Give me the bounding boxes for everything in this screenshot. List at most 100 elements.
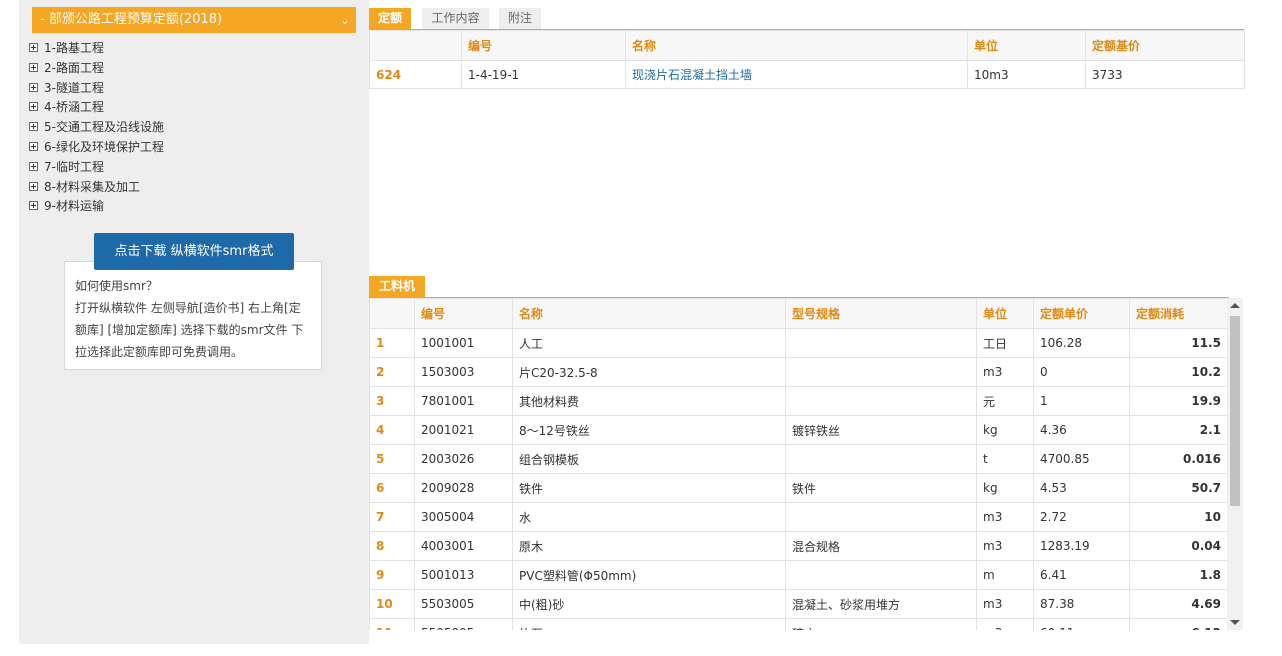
tree-item[interactable]: 2-路面工程 xyxy=(29,59,164,79)
table-row: 7 3005004 水 m3 2.72 10 xyxy=(369,502,1228,532)
materials-table: 编号 名称 型号规格 单位 定额单价 定额消耗 1 1001001 人工 工日 106.… xyxy=(369,298,1228,630)
tree-item-label[interactable]: 4-桥涵工程 xyxy=(44,100,104,114)
expand-plus-icon[interactable] xyxy=(29,62,38,72)
col-header: 定额基价 xyxy=(1085,30,1245,61)
row-qty: 19.9 xyxy=(1129,386,1228,416)
expand-plus-icon[interactable] xyxy=(29,201,38,211)
row-qty: 4.69 xyxy=(1129,589,1228,619)
tree-item[interactable]: 8-材料采集及加工 xyxy=(29,178,164,198)
tree-item-label[interactable]: 6-绿化及环境保护工程 xyxy=(44,140,164,154)
quota-name-link[interactable]: 现浇片石混凝土挡土墙 xyxy=(625,60,968,89)
row-name: PVC塑料管(Φ50mm) xyxy=(512,560,786,590)
row-name: 其他材料费 xyxy=(512,386,786,416)
row-code: 2001021 xyxy=(414,415,513,445)
materials-scroll-area[interactable]: 编号 名称 型号规格 单位 定额单价 定额消耗 1 1001001 人工 工日 106.… xyxy=(369,298,1243,630)
row-code: 3005004 xyxy=(414,502,513,532)
table-header-row: 编号 名称 单位 定额基价 xyxy=(369,30,1245,61)
row-index: 8 xyxy=(369,531,415,561)
expand-plus-icon[interactable] xyxy=(29,161,38,171)
tree-item[interactable]: 9-材料运输 xyxy=(29,197,164,217)
col-header: 定额单价 xyxy=(1033,298,1130,329)
tab-quota[interactable]: 定额 xyxy=(369,8,411,29)
expand-plus-icon[interactable] xyxy=(29,43,38,52)
expand-plus-icon[interactable] xyxy=(29,82,38,92)
row-name: 组合钢模板 xyxy=(512,444,786,474)
row-index: 7 xyxy=(369,502,415,532)
row-qty: 2.1 xyxy=(1129,415,1228,445)
tree-item-label[interactable]: 8-材料采集及加工 xyxy=(44,180,140,194)
row-unit: 10m3 xyxy=(967,60,1086,89)
col-header: 名称 xyxy=(512,298,786,329)
tree-item[interactable]: 4-桥涵工程 xyxy=(29,98,164,118)
table-row: 9 5001013 PVC塑料管(Φ50mm) m 6.41 1.8 xyxy=(369,560,1228,590)
row-index: 5 xyxy=(369,444,415,474)
quota-table: 编号 名称 单位 定额基价 624 1-4-19-1 现浇片石混凝土挡土墙 10… xyxy=(369,30,1245,89)
tab-notes[interactable]: 附注 xyxy=(499,8,541,29)
col-header: 单位 xyxy=(967,30,1086,61)
row-price: 106.28 xyxy=(1033,328,1130,358)
table-row: 115505005片石碎方m360.116.12 xyxy=(369,618,1228,630)
table-row: 3 7801001 其他材料费 元 1 19.9 xyxy=(369,386,1228,416)
row-spec: 混合规格 xyxy=(785,531,977,561)
sidebar: - 部颁公路工程预算定额(2018) ⌄ 1-路基工程 2-路面工程 3-隧道工… xyxy=(19,0,369,644)
row-qty: 11.5 xyxy=(1129,328,1228,358)
expand-plus-icon[interactable] xyxy=(29,141,38,151)
col-header: 单位 xyxy=(976,298,1034,329)
row-code: 5505005 xyxy=(414,618,513,630)
chevron-down-icon: ⌄ xyxy=(339,13,350,27)
expand-plus-icon[interactable] xyxy=(29,181,38,191)
row-unit: m3 xyxy=(976,589,1034,619)
expand-plus-icon[interactable] xyxy=(29,102,38,112)
row-unit: m3 xyxy=(976,531,1034,561)
row-unit: 元 xyxy=(976,386,1034,416)
row-unit: t xyxy=(976,444,1034,474)
tree-item[interactable]: 5-交通工程及沿线设施 xyxy=(29,118,164,138)
table-row: 6 2009028 铁件 铁件 kg 4.53 50.7 xyxy=(369,473,1228,503)
tree-item-label[interactable]: 9-材料运输 xyxy=(44,199,104,213)
row-unit: 工日 xyxy=(976,328,1034,358)
col-header xyxy=(369,298,415,329)
row-unit: m3 xyxy=(976,502,1034,532)
scroll-up-arrow-icon[interactable] xyxy=(1230,303,1240,308)
row-name: 片C20-32.5-8 xyxy=(512,357,786,387)
row-code: 5503005 xyxy=(414,589,513,619)
table-header-row: 编号 名称 型号规格 单位 定额单价 定额消耗 xyxy=(369,298,1228,329)
row-qty: 10.2 xyxy=(1129,357,1228,387)
materials-label: 工料机 xyxy=(369,276,425,297)
tab-work-content[interactable]: 工作内容 xyxy=(422,8,489,29)
row-name: 水 xyxy=(512,502,786,532)
tree-item[interactable]: 1-路基工程 xyxy=(29,39,164,59)
row-code: 7801001 xyxy=(414,386,513,416)
row-unit: kg xyxy=(976,473,1034,503)
help-title: 如何使用smr？ xyxy=(75,279,158,293)
tree-item[interactable]: 3-隧道工程 xyxy=(29,79,164,99)
download-smr-button[interactable]: 点击下载 纵横软件smr格式 xyxy=(94,233,294,270)
row-spec xyxy=(785,386,977,416)
row-spec: 铁件 xyxy=(785,473,977,503)
row-code: 1-4-19-1 xyxy=(461,60,626,89)
row-index: 2 xyxy=(369,357,415,387)
help-box: 如何使用smr？ 打开纵横软件 左侧导航[造价书] 右上角[定额库] [增加定额… xyxy=(64,261,322,370)
row-code: 1503003 xyxy=(414,357,513,387)
scrollbar-thumb[interactable] xyxy=(1230,316,1240,506)
tree-item-label[interactable]: 7-临时工程 xyxy=(44,160,104,174)
col-header: 型号规格 xyxy=(785,298,977,329)
row-code: 2003026 xyxy=(414,444,513,474)
scroll-down-arrow-icon[interactable] xyxy=(1230,620,1240,625)
expand-plus-icon[interactable] xyxy=(29,122,38,132)
row-index: 9 xyxy=(369,560,415,590)
library-select[interactable]: - 部颁公路工程预算定额(2018) ⌄ xyxy=(32,7,356,33)
row-qty: 0.016 xyxy=(1129,444,1228,474)
tree-item-label[interactable]: 1-路基工程 xyxy=(44,41,104,55)
row-price: 4.53 xyxy=(1033,473,1130,503)
row-price: 1283.19 xyxy=(1033,531,1130,561)
row-price: 3733 xyxy=(1085,60,1245,89)
tree-item-label[interactable]: 5-交通工程及沿线设施 xyxy=(44,120,164,134)
vertical-scrollbar[interactable] xyxy=(1227,298,1243,630)
tree-item[interactable]: 6-绿化及环境保护工程 xyxy=(29,138,164,158)
table-row: 624 1-4-19-1 现浇片石混凝土挡土墙 10m3 3733 xyxy=(369,60,1245,89)
tree-item-label[interactable]: 2-路面工程 xyxy=(44,61,104,75)
row-name: 人工 xyxy=(512,328,786,358)
tree-item-label[interactable]: 3-隧道工程 xyxy=(44,81,104,95)
tree-item[interactable]: 7-临时工程 xyxy=(29,158,164,178)
